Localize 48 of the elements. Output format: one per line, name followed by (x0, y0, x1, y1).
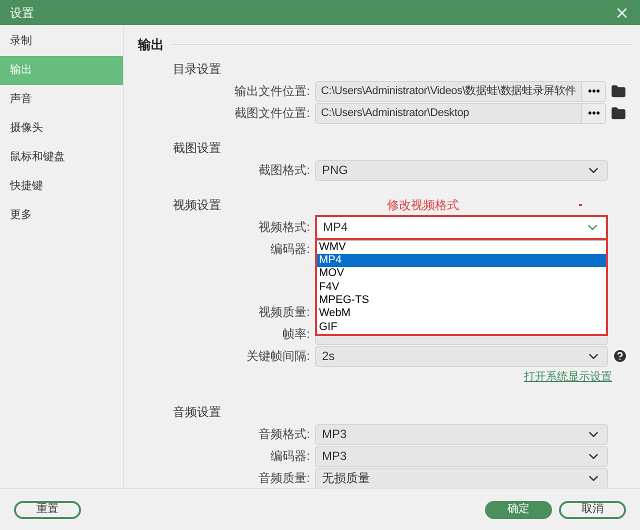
select-field[interactable]: MP3 (315, 446, 608, 466)
browse-button[interactable] (582, 102, 606, 124)
browse-button[interactable] (582, 80, 606, 102)
select-field[interactable]: PNG (315, 160, 608, 180)
field-label: 帧率: (282, 326, 310, 343)
ok-button[interactable]: 确定 (485, 500, 552, 518)
group-heading: 视频设置 (173, 196, 222, 214)
dropdown-option[interactable]: MOV (317, 267, 606, 281)
folder-icon[interactable] (611, 84, 626, 98)
field-label: 音频质量: (258, 470, 310, 487)
dropdown-option[interactable]: WMV (317, 240, 606, 254)
sidebar-item[interactable]: 声音 (0, 85, 123, 114)
sidebar-item[interactable]: 快捷键 (0, 172, 123, 201)
section-heading: 输出 (138, 36, 164, 54)
field-label: 视频质量: (258, 304, 310, 321)
dropdown-option[interactable]: WebM (317, 307, 606, 321)
field-label: 编码器: (270, 448, 310, 465)
window-title: 设置 (10, 4, 34, 22)
help-icon[interactable] (612, 348, 628, 364)
sidebar-item[interactable]: 更多 (0, 201, 123, 230)
reset-button[interactable]: 重置 (14, 500, 81, 518)
field-label: 截图格式: (258, 162, 310, 179)
sidebar-item[interactable]: 摄像头 (0, 114, 123, 143)
cancel-button[interactable]: 取消 (559, 500, 626, 518)
field-label: 视频格式: (258, 219, 310, 236)
select-field[interactable]: MP4 (317, 216, 606, 238)
sidebar-item[interactable]: 鼠标和键盘 (0, 143, 123, 172)
folder-icon[interactable] (611, 106, 626, 120)
select-field[interactable]: MP3 (315, 424, 608, 444)
dropdown-option[interactable]: MPEG-TS (317, 294, 606, 308)
select-field[interactable]: 无损质量 (315, 468, 608, 488)
dropdown-option[interactable]: MP4 (317, 254, 606, 268)
field-label: 关键帧间隔: (246, 348, 310, 365)
field-label: 截图文件位置: (234, 105, 310, 122)
annotation-text: 修改视频格式 (387, 196, 459, 214)
display-settings-link[interactable]: 打开系统显示设置 (524, 369, 612, 386)
select-field[interactable]: 2s (315, 346, 608, 366)
sidebar-item[interactable]: 录制 (0, 27, 123, 56)
group-heading: 音频设置 (173, 404, 222, 420)
path-field[interactable]: C:\Users\Administrator\Videos\数据蛙\数据蛙录屏软件 (315, 80, 582, 102)
field-label: 编码器: (270, 241, 310, 258)
path-field[interactable]: C:\Users\Administrator\Desktop (315, 102, 582, 124)
field-label: 音频格式: (258, 426, 310, 443)
group-heading: 目录设置 (173, 60, 222, 78)
field-label: 输出文件位置: (234, 83, 310, 100)
dropdown-option[interactable]: GIF (317, 320, 606, 334)
group-heading: 截图设置 (173, 140, 222, 156)
dropdown-option[interactable]: F4V (317, 280, 606, 294)
